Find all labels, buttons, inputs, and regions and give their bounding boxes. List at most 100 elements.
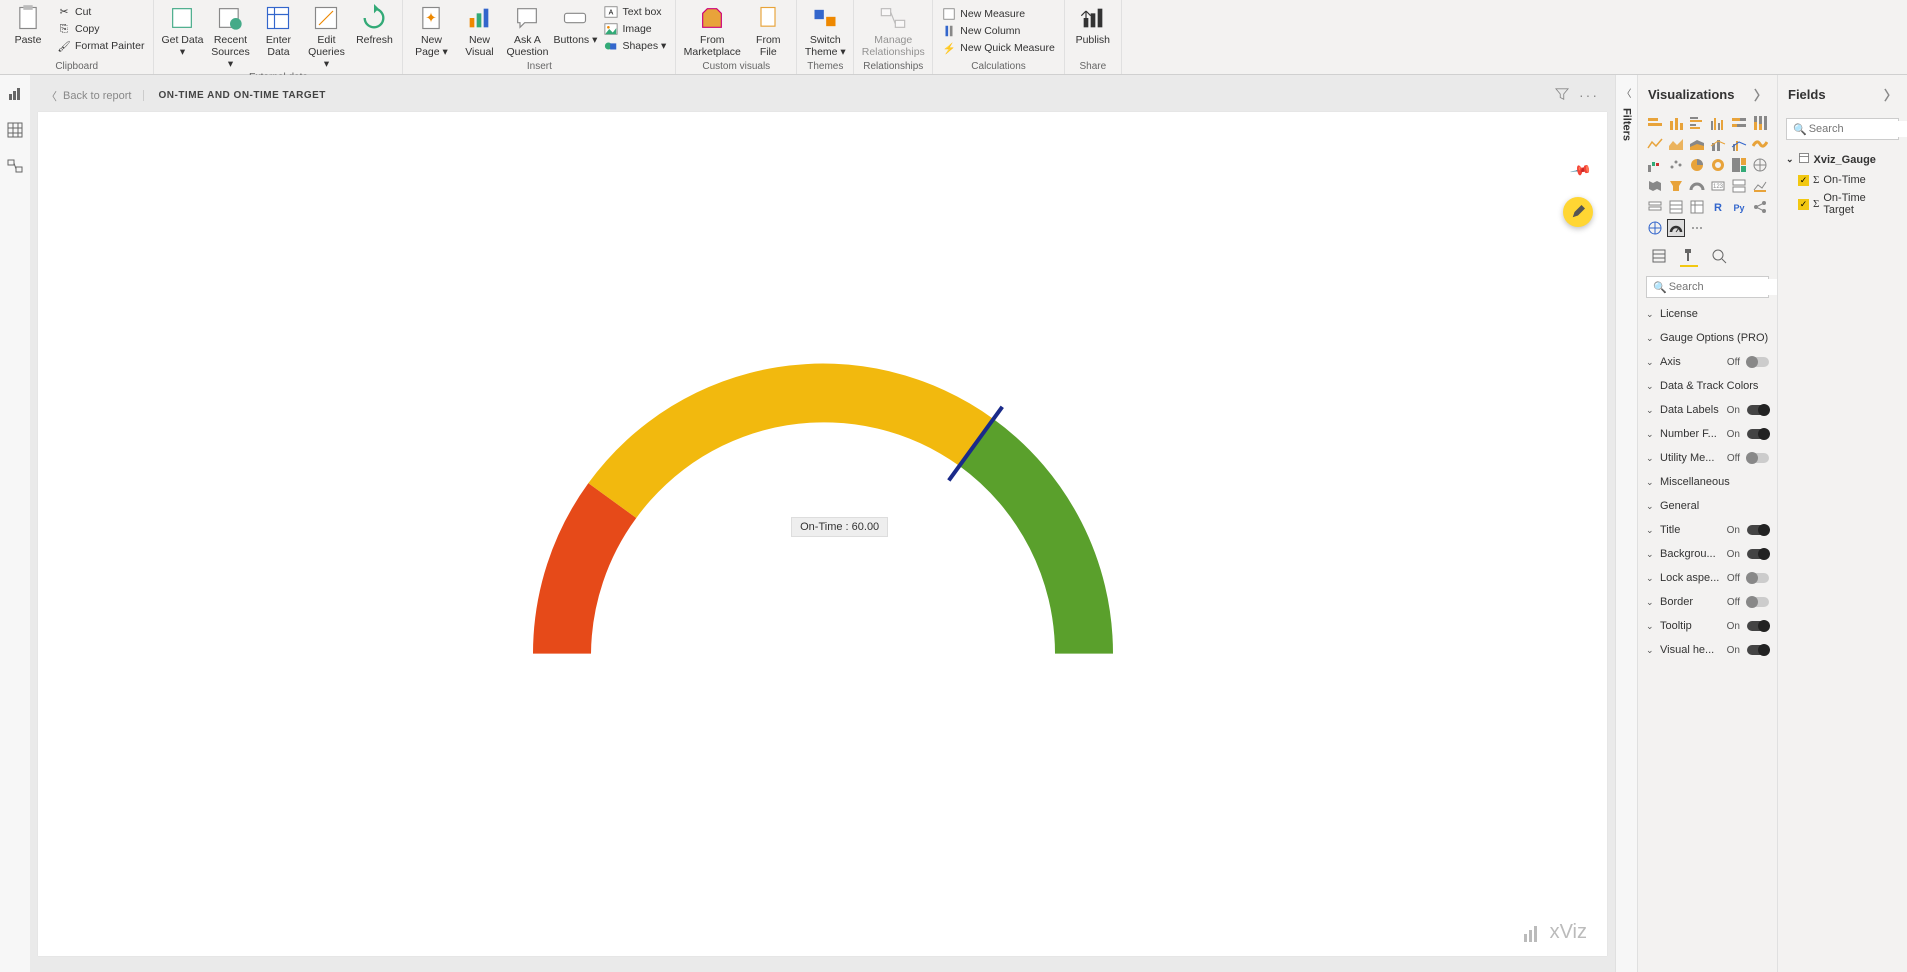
filter-icon[interactable] xyxy=(1555,87,1569,104)
viz-donut[interactable] xyxy=(1709,156,1727,174)
buttons-button[interactable]: Buttons ▾ xyxy=(551,2,599,48)
viz-scatter[interactable] xyxy=(1667,156,1685,174)
manage-relationships-button[interactable]: Manage Relationships xyxy=(858,2,928,60)
format-item[interactable]: ⌄General xyxy=(1638,494,1777,518)
viz-python[interactable]: Py xyxy=(1730,198,1748,216)
format-painter-button[interactable]: 🖌 Format Painter xyxy=(54,38,147,54)
format-item[interactable]: ⌄Data & Track Colors xyxy=(1638,374,1777,398)
edit-queries-button[interactable]: Edit Queries ▾ xyxy=(302,2,350,72)
shapes-button[interactable]: Shapes ▾ xyxy=(601,38,669,54)
viz-area[interactable] xyxy=(1667,135,1685,153)
format-item[interactable]: ⌄License xyxy=(1638,302,1777,326)
viz-line-clustered-column[interactable] xyxy=(1730,135,1748,153)
back-to-report-link[interactable]: 〈 Back to report xyxy=(46,88,131,104)
format-item[interactable]: ⌄BorderOff xyxy=(1638,590,1777,614)
toggle-switch[interactable] xyxy=(1747,429,1769,439)
new-column-button[interactable]: New Column xyxy=(939,23,1058,39)
format-item[interactable]: ⌄TooltipOn xyxy=(1638,614,1777,638)
viz-waterfall[interactable] xyxy=(1646,156,1664,174)
toggle-switch[interactable] xyxy=(1747,405,1769,415)
viz-card[interactable]: 123 xyxy=(1709,177,1727,195)
viz-line[interactable] xyxy=(1646,135,1664,153)
viz-stacked-area[interactable] xyxy=(1688,135,1706,153)
toggle-switch[interactable] xyxy=(1747,573,1769,583)
viz-filled-map[interactable] xyxy=(1646,177,1664,195)
viz-100-stacked-column[interactable] xyxy=(1751,114,1769,132)
fields-search-input[interactable] xyxy=(1807,121,1907,137)
viz-table[interactable] xyxy=(1667,198,1685,216)
viz-map[interactable] xyxy=(1751,156,1769,174)
new-quick-measure-button[interactable]: ⚡ New Quick Measure xyxy=(939,40,1058,56)
format-item[interactable]: ⌄Number F...On xyxy=(1638,422,1777,446)
enter-data-button[interactable]: Enter Data xyxy=(254,2,302,60)
viz-line-stacked-column[interactable] xyxy=(1709,135,1727,153)
toggle-switch[interactable] xyxy=(1747,645,1769,655)
viz-kpi[interactable] xyxy=(1751,177,1769,195)
viz-tab-format[interactable] xyxy=(1680,249,1698,267)
nav-model-view[interactable] xyxy=(6,157,24,175)
viz-more[interactable] xyxy=(1688,219,1706,237)
viz-funnel[interactable] xyxy=(1667,177,1685,195)
toggle-switch[interactable] xyxy=(1747,597,1769,607)
publish-button[interactable]: Publish xyxy=(1069,2,1117,48)
new-page-button[interactable]: ✦ New Page ▾ xyxy=(407,2,455,60)
field-checkbox[interactable]: ✓ xyxy=(1798,199,1809,210)
field-item[interactable]: ✓ΣOn-Time xyxy=(1786,171,1899,189)
viz-key-influencers[interactable] xyxy=(1751,198,1769,216)
new-visual-button[interactable]: New Visual xyxy=(455,2,503,60)
toggle-switch[interactable] xyxy=(1747,453,1769,463)
viz-tab-analytics[interactable] xyxy=(1710,249,1728,267)
viz-multi-row-card[interactable] xyxy=(1730,177,1748,195)
get-data-button[interactable]: Get Data ▾ xyxy=(158,2,206,60)
chevron-right-icon[interactable]: 〉 xyxy=(1884,85,1897,104)
viz-tab-fields[interactable] xyxy=(1650,249,1668,267)
fields-search-box[interactable]: 🔍 xyxy=(1786,118,1899,140)
format-item[interactable]: ⌄Lock aspe...Off xyxy=(1638,566,1777,590)
viz-stacked-bar[interactable] xyxy=(1646,114,1664,132)
viz-gauge[interactable] xyxy=(1688,177,1706,195)
switch-theme-button[interactable]: Switch Theme ▾ xyxy=(801,2,849,60)
more-options-icon[interactable]: ··· xyxy=(1579,87,1599,104)
cut-button[interactable]: ✂ Cut xyxy=(54,4,147,20)
nav-report-view[interactable] xyxy=(6,85,24,103)
viz-decomposition[interactable] xyxy=(1646,219,1664,237)
copy-button[interactable]: ⎘ Copy xyxy=(54,21,147,37)
viz-slicer[interactable] xyxy=(1646,198,1664,216)
viz-clustered-bar[interactable] xyxy=(1688,114,1706,132)
filters-pane-collapsed[interactable]: 〈 Filters xyxy=(1615,75,1637,972)
format-item[interactable]: ⌄Visual he...On xyxy=(1638,638,1777,662)
format-item[interactable]: ⌄Miscellaneous xyxy=(1638,470,1777,494)
toggle-switch[interactable] xyxy=(1747,549,1769,559)
viz-pie[interactable] xyxy=(1688,156,1706,174)
field-checkbox[interactable]: ✓ xyxy=(1798,175,1809,186)
chevron-right-icon[interactable]: 〉 xyxy=(1754,85,1767,104)
field-item[interactable]: ✓ΣOn-Time Target xyxy=(1786,189,1899,219)
format-item[interactable]: ⌄Gauge Options (PRO) xyxy=(1638,326,1777,350)
toggle-switch[interactable] xyxy=(1747,621,1769,631)
text-box-button[interactable]: A Text box xyxy=(601,4,669,20)
from-marketplace-button[interactable]: From Marketplace xyxy=(680,2,744,60)
pin-icon[interactable]: 📌 xyxy=(1568,159,1592,183)
report-canvas[interactable]: 📌 On-Time : 60.00 xyxy=(38,112,1607,956)
viz-clustered-column[interactable] xyxy=(1709,114,1727,132)
nav-data-view[interactable] xyxy=(6,121,24,139)
viz-r-script[interactable]: R xyxy=(1709,198,1727,216)
format-item[interactable]: ⌄Data LabelsOn xyxy=(1638,398,1777,422)
edit-pencil-button[interactable] xyxy=(1563,197,1593,227)
viz-matrix[interactable] xyxy=(1688,198,1706,216)
viz-search-box[interactable]: 🔍 xyxy=(1646,276,1769,298)
toggle-switch[interactable] xyxy=(1747,357,1769,367)
refresh-button[interactable]: Refresh xyxy=(350,2,398,48)
ask-question-button[interactable]: Ask A Question xyxy=(503,2,551,60)
from-file-button[interactable]: From File xyxy=(744,2,792,60)
viz-custom-gauge[interactable] xyxy=(1667,219,1685,237)
format-item[interactable]: ⌄AxisOff xyxy=(1638,350,1777,374)
toggle-switch[interactable] xyxy=(1747,525,1769,535)
format-item[interactable]: ⌄Utility Me...Off xyxy=(1638,446,1777,470)
image-button[interactable]: Image xyxy=(601,21,669,37)
viz-treemap[interactable] xyxy=(1730,156,1748,174)
paste-button[interactable]: Paste xyxy=(4,2,52,48)
recent-sources-button[interactable]: Recent Sources ▾ xyxy=(206,2,254,72)
format-item[interactable]: ⌄Backgrou...On xyxy=(1638,542,1777,566)
format-item[interactable]: ⌄TitleOn xyxy=(1638,518,1777,542)
